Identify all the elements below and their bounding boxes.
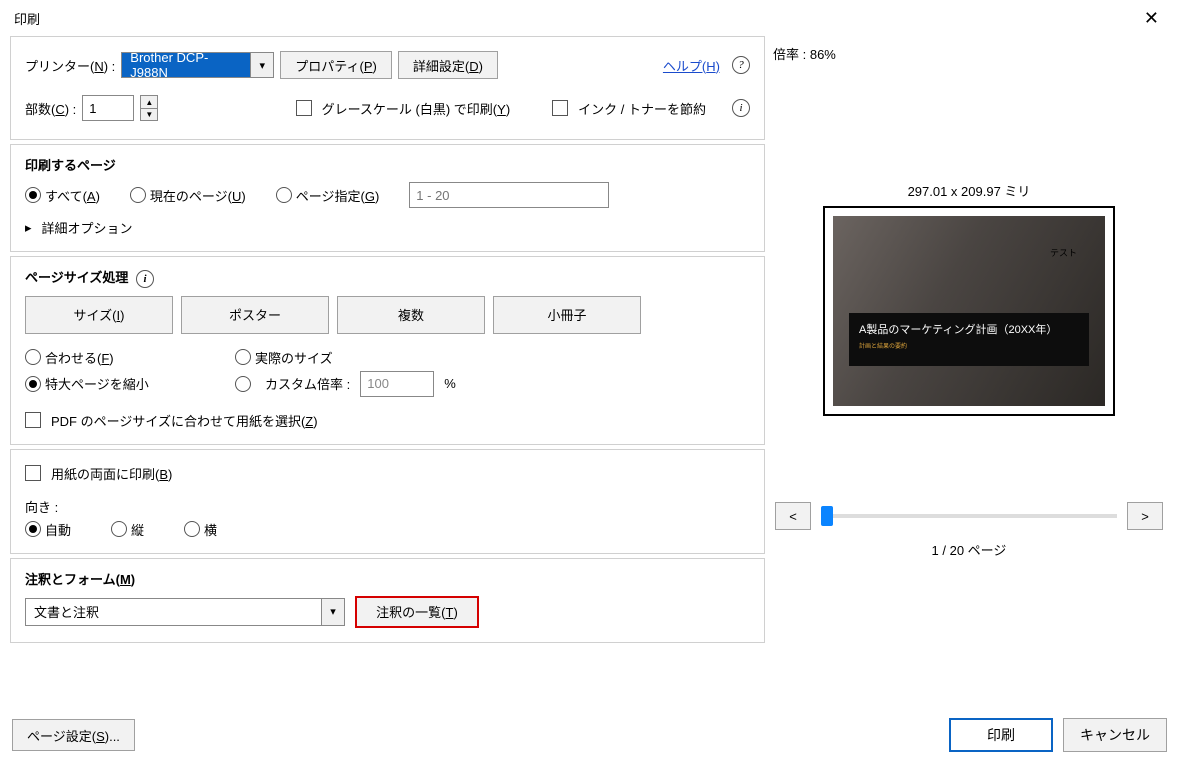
info-icon[interactable]: i: [732, 99, 750, 117]
actual-radio[interactable]: [235, 349, 251, 365]
printer-section: プリンター(N) : Brother DCP-J988N プロパティ(P) 詳細…: [10, 36, 765, 140]
pages-current-label: 現在のページ(U): [150, 186, 246, 205]
preview-badge: テスト: [1050, 246, 1077, 259]
comments-list-button[interactable]: 注釈の一覧(T): [355, 596, 479, 628]
advanced-settings-button[interactable]: 詳細設定(D): [398, 51, 498, 79]
pages-heading: 印刷するページ: [25, 155, 750, 174]
percent-label: %: [444, 376, 456, 391]
next-page-button[interactable]: >: [1127, 502, 1163, 530]
size-size-button[interactable]: サイズ(I): [25, 296, 173, 334]
pages-all-radio[interactable]: [25, 187, 41, 203]
preview-title: A製品のマーケティング計画（20XX年）: [859, 321, 1079, 337]
comments-section: 注釈とフォーム(M) 文書と注釈 注釈の一覧(T): [10, 558, 765, 643]
page-indicator: 1 / 20 ページ: [769, 540, 1169, 559]
fit-label: 合わせる(F): [45, 348, 114, 367]
size-section: ページサイズ処理 i サイズ(I) ポスター 複数 小冊子 合わせる(F) 実際…: [10, 256, 765, 445]
page-slider[interactable]: [821, 514, 1117, 518]
match-pdf-checkbox[interactable]: [25, 412, 41, 428]
comments-heading: 注釈とフォーム(M): [25, 569, 750, 588]
zoom-label: 倍率 : 86%: [769, 36, 1169, 71]
greyscale-label: グレースケール (白黒) で印刷(Y): [322, 99, 511, 118]
paper-size-label: 297.01 x 209.97 ミリ: [769, 181, 1169, 200]
spinner-up-icon[interactable]: ▲: [140, 95, 158, 108]
copies-spinner[interactable]: ▲▼: [140, 95, 158, 121]
help-info-icon[interactable]: ?: [732, 56, 750, 74]
size-heading: ページサイズ処理 i: [25, 267, 750, 288]
spinner-down-icon[interactable]: ▼: [140, 108, 158, 121]
pages-all-label: すべて(A): [45, 186, 100, 205]
pages-section: 印刷するページ すべて(A) 現在のページ(U) ページ指定(G): [10, 144, 765, 252]
properties-button[interactable]: プロパティ(P): [280, 51, 392, 79]
chevron-down-icon[interactable]: [250, 52, 274, 78]
prev-page-button[interactable]: <: [775, 502, 811, 530]
pages-more-toggle[interactable]: 詳細オプション: [25, 218, 750, 237]
printer-combo[interactable]: Brother DCP-J988N: [121, 52, 274, 78]
preview-thumbnail: テスト A製品のマーケティング計画（20XX年） 計画と結果の要約: [823, 206, 1115, 416]
custom-label: カスタム倍率 :: [265, 374, 350, 393]
copies-label: 部数(C) :: [25, 99, 76, 118]
close-icon[interactable]: ✕: [1132, 2, 1171, 35]
pages-range-label: ページ指定(G): [296, 186, 380, 205]
save-ink-label: インク / トナーを節約: [578, 99, 706, 118]
size-multiple-button[interactable]: 複数: [337, 296, 485, 334]
greyscale-checkbox[interactable]: [296, 100, 312, 116]
size-booklet-button[interactable]: 小冊子: [493, 296, 641, 334]
pages-more-label: 詳細オプション: [42, 218, 133, 237]
preview-pane: 倍率 : 86% 297.01 x 209.97 ミリ テスト A製品のマーケテ…: [769, 36, 1169, 704]
window-title: 印刷: [14, 9, 40, 28]
actual-label: 実際のサイズ: [255, 348, 333, 367]
preview-subtitle: 計画と結果の要約: [859, 341, 1079, 350]
orient-auto-radio[interactable]: [25, 521, 41, 537]
pages-range-input[interactable]: [409, 182, 609, 208]
comments-combo[interactable]: 文書と注釈: [25, 598, 321, 626]
custom-radio[interactable]: [235, 376, 251, 392]
orient-auto-label: 自動: [45, 520, 71, 539]
help-link[interactable]: ヘルプ(H): [663, 56, 720, 75]
chevron-down-icon[interactable]: [321, 598, 345, 626]
save-ink-checkbox[interactable]: [552, 100, 568, 116]
cancel-button[interactable]: キャンセル: [1063, 718, 1167, 752]
pages-current-radio[interactable]: [130, 187, 146, 203]
printer-selected: Brother DCP-J988N: [121, 52, 250, 78]
titlebar: 印刷 ✕: [0, 0, 1179, 36]
size-poster-button[interactable]: ポスター: [181, 296, 329, 334]
printer-label: プリンター(N) :: [25, 56, 115, 75]
shrink-radio[interactable]: [25, 376, 41, 392]
fit-radio[interactable]: [25, 349, 41, 365]
info-icon[interactable]: i: [136, 270, 154, 288]
copies-input[interactable]: [82, 95, 134, 121]
slider-thumb[interactable]: [821, 506, 833, 526]
orient-portrait-label: 縦: [131, 520, 144, 539]
pages-range-radio[interactable]: [276, 187, 292, 203]
orient-landscape-radio[interactable]: [184, 521, 200, 537]
custom-scale-input[interactable]: [360, 371, 434, 397]
orientation-label-row: 向き :: [25, 497, 750, 516]
orient-portrait-radio[interactable]: [111, 521, 127, 537]
duplex-section: 用紙の両面に印刷(B) 向き : 自動 縦 横: [10, 449, 765, 554]
print-button[interactable]: 印刷: [949, 718, 1053, 752]
orient-landscape-label: 横: [204, 520, 217, 539]
duplex-checkbox[interactable]: [25, 465, 41, 481]
duplex-label: 用紙の両面に印刷(B): [51, 464, 172, 483]
shrink-label: 特大ページを縮小: [45, 374, 149, 393]
page-setup-button[interactable]: ページ設定(S)...: [12, 719, 135, 751]
match-pdf-label: PDF のページサイズに合わせて用紙を選択(Z): [51, 411, 318, 430]
